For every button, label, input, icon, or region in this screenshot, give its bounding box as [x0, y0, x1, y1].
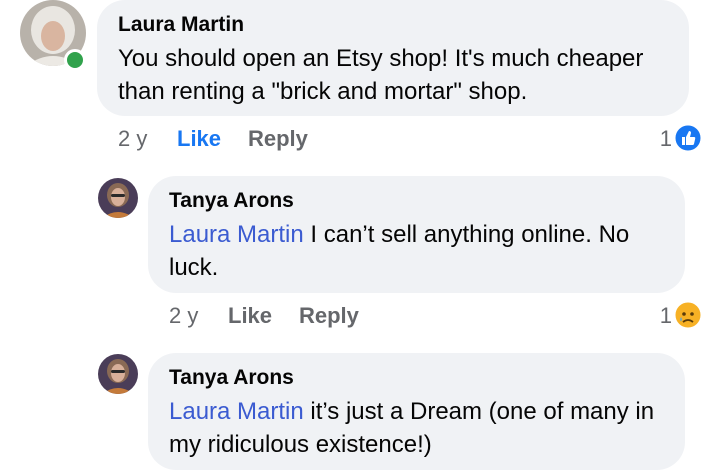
comment-text: Laura Martin I can’t sell anything onlin…: [169, 218, 665, 284]
comment-author[interactable]: Tanya Arons: [169, 188, 665, 214]
reply-button[interactable]: Reply: [248, 126, 308, 152]
mention-link[interactable]: Laura Martin: [169, 398, 304, 425]
comment-text: Laura Martin it’s just a Dream (one of m…: [169, 395, 665, 461]
online-status-icon: [64, 49, 86, 71]
comment-body: You should open an Etsy shop! It's much …: [118, 45, 644, 105]
reaction-summary[interactable]: 1: [640, 124, 702, 152]
like-icon: [674, 124, 702, 152]
comment-bubble: Tanya Arons Laura Martin I can’t sell an…: [148, 176, 685, 293]
comment-tanya-arons-1: Tanya Arons Laura Martin I can’t sell an…: [0, 170, 720, 340]
comment-tanya-arons-2: Tanya Arons Laura Martin it’s just a Dre…: [0, 350, 720, 470]
reaction-summary[interactable]: 1: [640, 301, 702, 329]
comment-bubble: Tanya Arons Laura Martin it’s just a Dre…: [148, 353, 685, 470]
mention-link[interactable]: Laura Martin: [169, 221, 304, 248]
sad-icon: [674, 301, 702, 329]
comment-bubble: Laura Martin You should open an Etsy sho…: [97, 0, 689, 116]
avatar[interactable]: [98, 178, 138, 218]
comment-timestamp[interactable]: 2 y: [118, 126, 147, 152]
like-button[interactable]: Like: [228, 303, 272, 329]
comment-timestamp[interactable]: 2 y: [169, 303, 198, 329]
comment-author[interactable]: Tanya Arons: [169, 365, 665, 391]
reaction-count: 1: [659, 126, 672, 151]
like-button[interactable]: Like: [177, 126, 221, 152]
comment-laura-martin: Laura Martin You should open an Etsy sho…: [0, 0, 720, 160]
comment-actions: 2 y Like Reply: [118, 126, 418, 152]
comment-text: You should open an Etsy shop! It's much …: [118, 42, 669, 108]
comment-author[interactable]: Laura Martin: [118, 12, 669, 38]
reaction-count: 1: [659, 303, 672, 328]
comment-actions: 2 y Like Reply: [169, 303, 469, 329]
reply-button[interactable]: Reply: [299, 303, 359, 329]
avatar[interactable]: [98, 354, 138, 394]
